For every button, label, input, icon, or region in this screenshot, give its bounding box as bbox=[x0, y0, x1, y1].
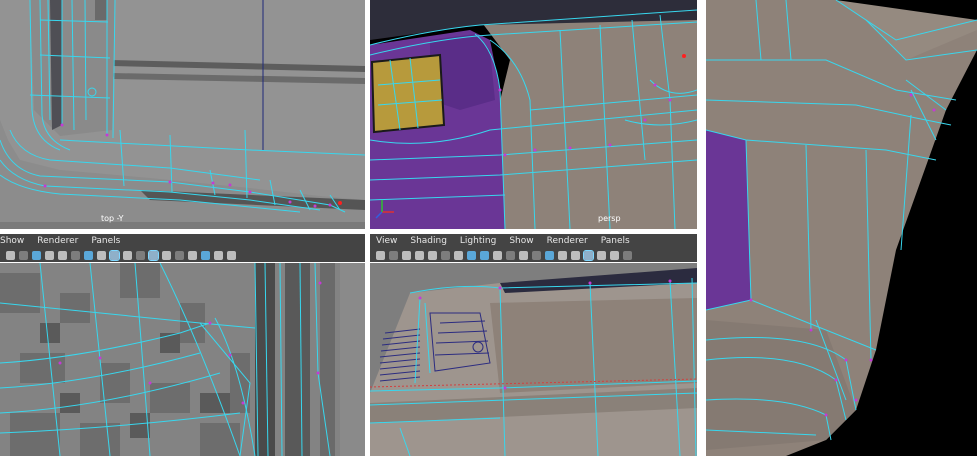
panel-toolbar-mid bbox=[370, 248, 697, 262]
texture-icon[interactable] bbox=[610, 250, 619, 260]
texture-icon[interactable] bbox=[493, 250, 502, 260]
menu-renderer[interactable]: Renderer bbox=[547, 236, 588, 246]
separator-horizontal bbox=[0, 229, 697, 234]
wireframe-icon[interactable] bbox=[201, 250, 210, 260]
texture-icon[interactable] bbox=[402, 250, 411, 260]
smooth-shade-icon[interactable] bbox=[480, 250, 489, 260]
separator-vertical-2 bbox=[697, 0, 706, 456]
shadow-icon[interactable] bbox=[428, 250, 437, 260]
top-view-wireframe bbox=[0, 0, 365, 229]
viewport-closeup-left[interactable] bbox=[0, 263, 365, 456]
isolate-icon[interactable] bbox=[148, 249, 159, 261]
right-closeup-wireframe bbox=[706, 0, 977, 456]
light-icon[interactable] bbox=[415, 250, 424, 260]
film-gate-icon[interactable] bbox=[175, 250, 184, 260]
camera-label: persp bbox=[598, 214, 621, 223]
film-gate-icon[interactable] bbox=[571, 250, 580, 260]
wireframe-icon[interactable] bbox=[84, 250, 93, 260]
resolution-gate-icon[interactable] bbox=[162, 250, 171, 260]
texture-icon[interactable] bbox=[214, 250, 223, 260]
grid-icon[interactable] bbox=[597, 250, 606, 260]
light-icon[interactable] bbox=[123, 250, 132, 260]
menu-lighting[interactable]: Lighting bbox=[460, 236, 496, 246]
camera-label: top -Y bbox=[101, 214, 124, 223]
shadow-icon[interactable] bbox=[136, 250, 145, 260]
grid-icon[interactable] bbox=[506, 250, 515, 260]
menu-shading[interactable]: Shading bbox=[410, 236, 447, 246]
viewport-persp[interactable]: persp bbox=[370, 0, 697, 229]
wireframe-icon[interactable] bbox=[467, 250, 476, 260]
shadow-icon[interactable] bbox=[532, 250, 541, 260]
separator-vertical-1 bbox=[365, 0, 370, 456]
closeup-wireframe bbox=[0, 263, 365, 456]
panel-menubar-left: Show Renderer Panels bbox=[0, 234, 365, 248]
menu-panels[interactable]: Panels bbox=[91, 236, 120, 246]
gear-icon[interactable] bbox=[623, 250, 632, 260]
grid-icon[interactable] bbox=[19, 250, 28, 260]
persp-view-wireframe bbox=[370, 0, 697, 229]
grid-icon[interactable] bbox=[389, 250, 398, 260]
menu-show[interactable]: Show bbox=[509, 236, 533, 246]
menu-view[interactable]: View bbox=[376, 236, 397, 246]
resolution-gate-icon[interactable] bbox=[558, 250, 567, 260]
grid-icon[interactable] bbox=[441, 250, 450, 260]
panel-toolbar-left bbox=[0, 248, 365, 262]
grid-icon[interactable] bbox=[188, 250, 197, 260]
camera-icon[interactable] bbox=[6, 250, 15, 260]
gear-icon[interactable] bbox=[227, 250, 236, 260]
texture-icon[interactable] bbox=[45, 250, 54, 260]
viewport-closeup-right[interactable] bbox=[706, 0, 977, 456]
viewport-top-y[interactable]: top -Y bbox=[0, 0, 365, 229]
viewport-side[interactable] bbox=[370, 263, 697, 456]
menu-panels[interactable]: Panels bbox=[601, 236, 630, 246]
side-view-wireframe bbox=[370, 263, 697, 456]
xray-icon[interactable] bbox=[109, 249, 120, 261]
menu-renderer[interactable]: Renderer bbox=[37, 236, 78, 246]
camera-icon[interactable] bbox=[376, 250, 385, 260]
texture-icon[interactable] bbox=[97, 250, 106, 260]
xray-icon[interactable] bbox=[583, 249, 594, 261]
light-icon[interactable] bbox=[519, 250, 528, 260]
isolate-icon[interactable] bbox=[545, 250, 554, 260]
panel-menubar-mid: View Shading Lighting Show Renderer Pane… bbox=[370, 234, 697, 248]
grid-icon[interactable] bbox=[58, 250, 67, 260]
menu-show[interactable]: Show bbox=[0, 236, 24, 246]
texture-icon[interactable] bbox=[454, 250, 463, 260]
wireframe-icon[interactable] bbox=[32, 250, 41, 260]
smooth-shade-icon[interactable] bbox=[71, 250, 80, 260]
